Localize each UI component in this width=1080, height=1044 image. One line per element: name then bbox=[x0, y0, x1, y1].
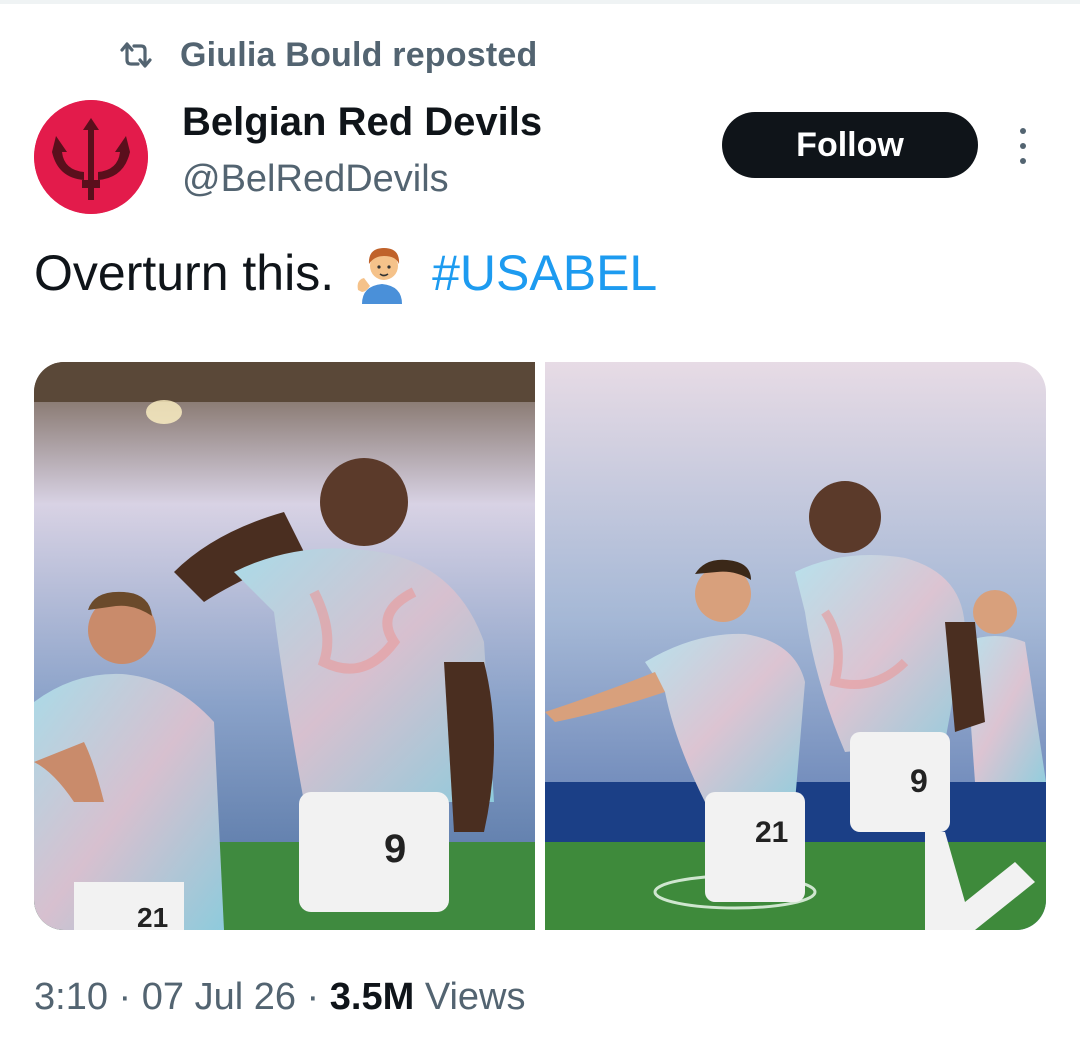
photo-1-image: 9 21 bbox=[34, 362, 535, 930]
meta-separator: · bbox=[118, 976, 132, 1018]
tweet-meta: 3:10 · 07 Jul 26 · 3.5M Views bbox=[34, 976, 526, 1019]
more-vertical-icon bbox=[1020, 128, 1026, 134]
media-grid: 9 21 21 9 bbox=[34, 362, 1046, 930]
jersey-number-9: 9 bbox=[384, 827, 406, 871]
follow-button[interactable]: Follow bbox=[722, 112, 978, 178]
tweet-date[interactable]: 07 Jul 26 bbox=[142, 976, 296, 1018]
top-divider bbox=[0, 0, 1080, 4]
jersey-number-21: 21 bbox=[137, 902, 168, 930]
jersey-number-21: 21 bbox=[755, 816, 788, 849]
person-tipping-hand-emoji bbox=[357, 248, 403, 304]
trident-icon bbox=[34, 100, 148, 214]
meta-separator: · bbox=[306, 976, 320, 1018]
hashtag-link[interactable]: #USABEL bbox=[432, 244, 657, 302]
repost-label: Giulia Bould reposted bbox=[180, 35, 538, 74]
views-count[interactable]: 3.5M bbox=[330, 976, 414, 1018]
photo-2-image: 21 9 bbox=[545, 362, 1046, 930]
more-options-button[interactable] bbox=[1006, 124, 1040, 168]
tweet-text: Overturn this. bbox=[34, 245, 335, 301]
author-handle[interactable]: @BelRedDevils bbox=[182, 158, 449, 201]
jersey-number-9: 9 bbox=[910, 763, 928, 799]
repost-icon bbox=[120, 42, 152, 68]
views-label[interactable]: Views bbox=[425, 976, 526, 1018]
author-name[interactable]: Belgian Red Devils bbox=[182, 100, 542, 145]
photo-1[interactable]: 9 21 bbox=[34, 362, 535, 930]
repost-banner[interactable]: Giulia Bould reposted bbox=[118, 30, 537, 80]
tweet-body: Overturn this. #USABEL bbox=[34, 242, 657, 304]
tweet-time[interactable]: 3:10 bbox=[34, 976, 108, 1018]
avatar[interactable] bbox=[34, 100, 148, 214]
photo-2[interactable]: 21 9 bbox=[545, 362, 1046, 930]
